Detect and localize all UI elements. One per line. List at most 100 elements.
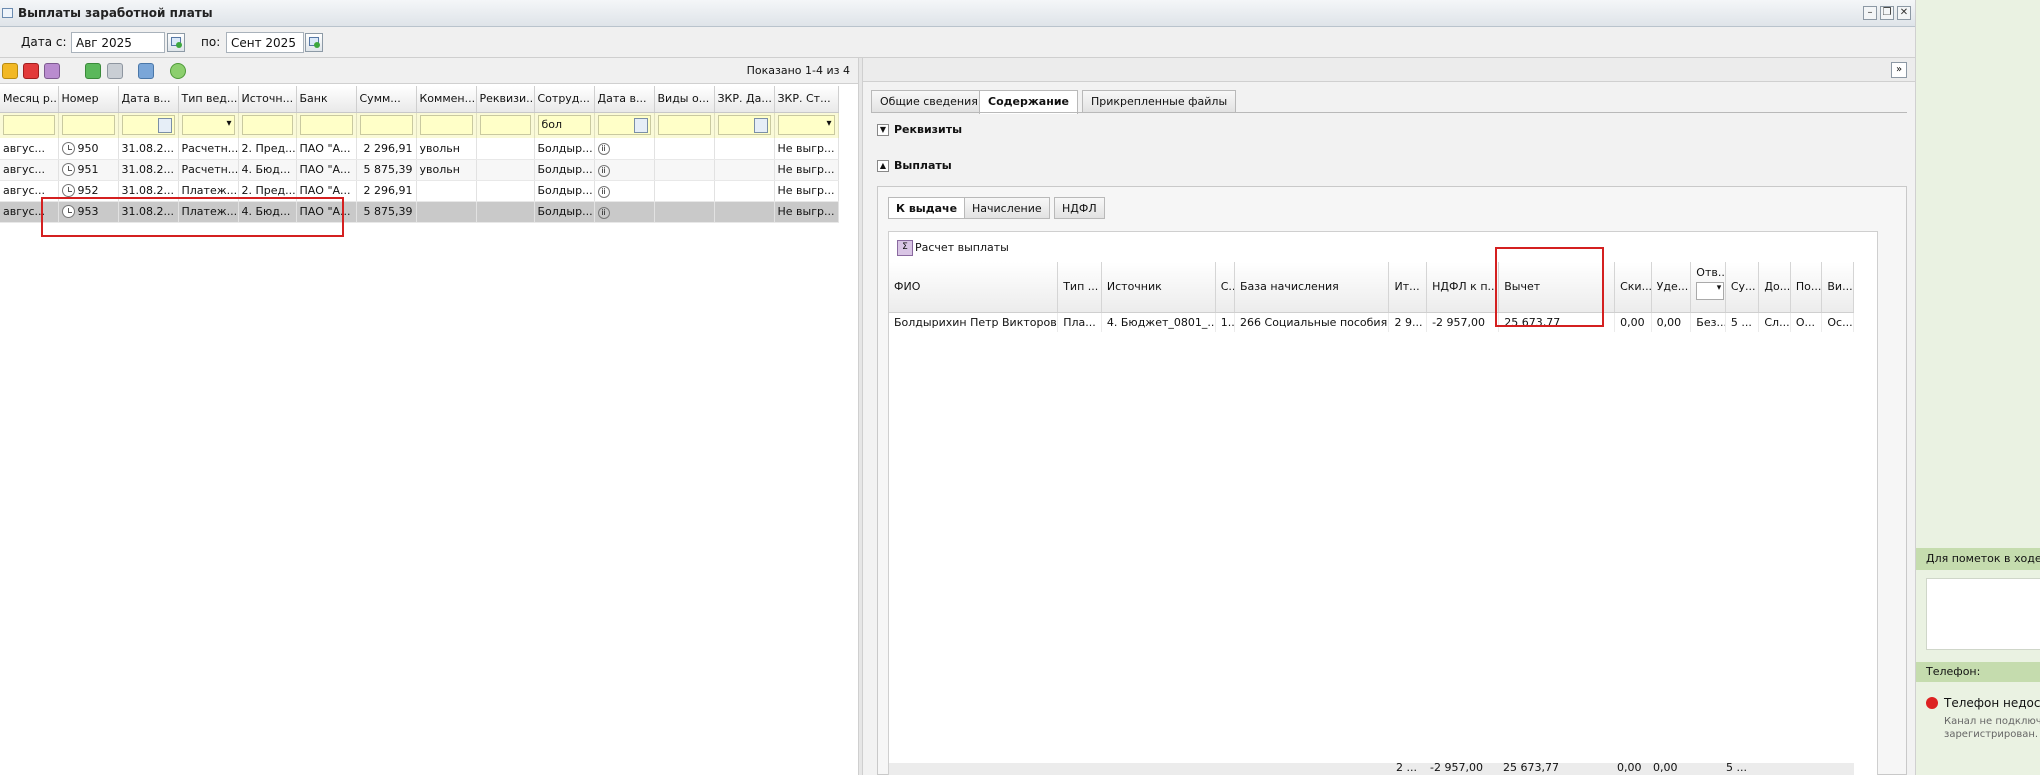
table-row[interactable]: авгус... 950 31.08.2... Расчетн... 2. Пр… [0,138,839,160]
section-requisites[interactable]: ▼ Реквизиты [877,123,962,145]
detail-col-ndfl[interactable]: НДФЛ к п... [1426,262,1500,313]
detail-col-type[interactable]: Тип ... [1057,262,1102,313]
detail-col-fio[interactable]: ФИО [889,262,1059,313]
subtab-to-issue[interactable]: К выдаче [888,197,966,219]
filter-bank-input[interactable] [299,115,353,136]
cell-kinds [654,180,715,202]
column-header[interactable]: Реквизи... [476,86,535,113]
refresh-icon[interactable] [170,63,186,79]
clock-icon [61,184,75,198]
notes-header: Для пометок в ходе р [1916,548,2040,570]
window-title: Выплаты заработной платы [18,6,213,20]
column-header[interactable]: ЗКР. Ст... [774,86,839,113]
detail-col-total[interactable]: Ит... [1388,262,1428,313]
actions-menu-icon[interactable] [44,63,60,79]
filter-number-input[interactable] [61,115,115,136]
filter-date2-input[interactable] [597,115,651,136]
cell-date2: ii [594,138,655,160]
column-header[interactable]: Коммен... [416,86,477,113]
collapse-toggle-icon[interactable]: ▼ [877,124,889,136]
section-payments[interactable]: ▲ Выплаты [877,159,952,181]
filter-sum-input[interactable] [359,115,413,136]
detail-col-resp[interactable]: Отв... ▾ [1690,262,1726,313]
resp-filter-select[interactable]: ▾ [1696,281,1725,300]
detail-col-base[interactable]: База начисления [1234,262,1390,313]
detail-col-po[interactable]: По... [1790,262,1823,313]
date-from-label: Дата с: [21,35,67,49]
cell-employee: Болдыр... [534,201,595,223]
detail-col-resp-label: Отв... [1696,265,1726,279]
column-header[interactable]: Дата в... [594,86,655,113]
detail-cell-kind: Ос... [1821,312,1854,332]
column-header[interactable]: Источн... [238,86,297,113]
column-header[interactable]: Сумм... [356,86,417,113]
filter-zkr-date-input[interactable] [717,115,771,136]
info-icon[interactable]: ii [597,164,610,177]
calc-payment-button[interactable]: Расчет выплаты [895,238,1009,258]
filter-requisites-input[interactable] [479,115,531,136]
info-icon[interactable]: ii [597,143,610,156]
filter-kinds-input[interactable] [657,115,711,136]
close-icon[interactable]: ✕ [1897,6,1911,20]
cell-sum: 2 296,91 [356,138,417,160]
highlight-box-deduction [1495,247,1604,327]
collapse-toggle-icon[interactable]: ▲ [877,160,889,172]
column-header[interactable]: Месяц р... [0,86,59,113]
cell-kinds [654,159,715,181]
column-header[interactable]: Тип вед... [178,86,239,113]
settings-menu-icon[interactable] [138,63,154,79]
minimize-icon[interactable]: – [1863,6,1877,20]
detail-col-doc[interactable]: До... [1758,262,1791,313]
detail-cell-source: 4. Бюджет_0801_... [1101,312,1216,332]
date-to-calendar-icon[interactable] [305,33,323,52]
detail-cell-ndfl: -2 957,00 [1426,312,1500,332]
column-header[interactable]: Сотруд... [534,86,595,113]
edit-icon[interactable] [2,63,18,79]
subtab-ndfl[interactable]: НДФЛ [1054,197,1105,219]
date-from-field[interactable]: Авг 2025 [71,32,165,53]
detail-row[interactable]: Болдырихин Петр Викторович Пла... 4. Бюд… [889,312,1854,332]
filter-zkr-status-select[interactable] [777,115,835,136]
info-icon[interactable]: ii [597,206,610,219]
date-to-field[interactable]: Сент 2025 [226,32,304,53]
detail-col-discount[interactable]: Ски... [1614,262,1652,313]
column-header[interactable]: Дата в... [118,86,179,113]
tab-content[interactable]: Содержание [979,90,1078,114]
filter-comment-input[interactable] [419,115,473,136]
cell-zkr-status: Не выгр... [774,201,839,223]
column-header[interactable]: Номер [58,86,119,113]
subtab-accrual[interactable]: Начисление [964,197,1050,219]
notes-textarea[interactable] [1926,578,2040,650]
filter-type-select[interactable] [181,115,235,136]
filter-month-input[interactable] [3,115,55,136]
cell-requisites [476,201,535,223]
phone-status: Телефон недост [1926,696,2040,710]
detail-grid-container: Расчет выплаты ФИО Тип ... Источник С...… [888,231,1878,775]
detail-col-source[interactable]: Источник [1101,262,1216,313]
excel-export-icon[interactable] [85,63,101,79]
date-from-calendar-icon[interactable] [167,33,185,52]
filter-employee-input[interactable]: бол [537,115,591,136]
tab-general[interactable]: Общие сведения [871,90,987,112]
info-icon[interactable]: ii [597,185,610,198]
detail-col-sum[interactable]: Су... [1725,262,1760,313]
tab-attached-files[interactable]: Прикрепленные файлы [1082,90,1237,112]
delete-icon[interactable] [23,63,39,79]
detail-col-withheld[interactable]: Уде... [1651,262,1692,313]
filter-source-input[interactable] [241,115,293,136]
print-icon[interactable] [107,63,123,79]
date-filter-bar: Дата с: Авг 2025 по: Сент 2025 [0,27,1915,58]
detail-col-kind[interactable]: Ви... [1821,262,1854,313]
filter-date-input[interactable] [121,115,175,136]
expand-right-icon[interactable]: » [1891,62,1907,78]
phone-hint-line2: зарегистрирован. [1944,729,2039,740]
column-header[interactable]: ЗКР. Да... [714,86,775,113]
column-header[interactable]: Банк [296,86,357,113]
detail-cell-s: 1... [1215,312,1236,332]
window-titlebar: Выплаты заработной платы – ❐ ✕ [0,0,1915,27]
cell-date2: ii [594,180,655,202]
column-header[interactable]: Виды о... [654,86,715,113]
table-row[interactable]: авгус... 951 31.08.2... Расчетн... 4. Бю… [0,159,839,181]
detail-col-s[interactable]: С... [1215,262,1236,313]
maximize-icon[interactable]: ❐ [1880,6,1894,20]
